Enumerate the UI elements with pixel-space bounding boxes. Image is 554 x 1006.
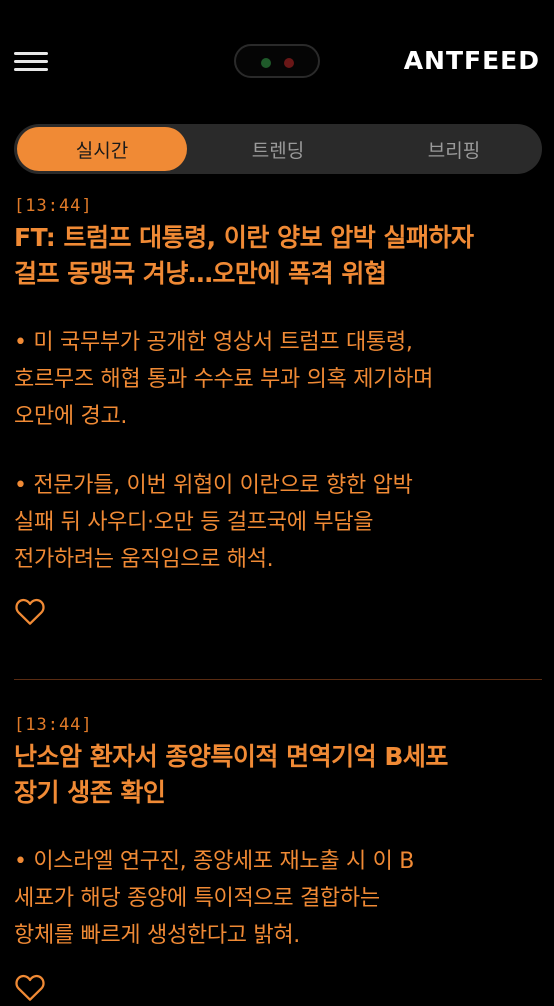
app-logo: ANTFEED: [403, 46, 540, 75]
tab-briefing[interactable]: 브리핑: [369, 127, 539, 171]
bullet-line: 오만에 경고.: [14, 404, 128, 429]
headline-line: 장기 생존 확인: [14, 778, 166, 807]
bullet-line: 세포가 해당 종양에 특이적으로 결합하는: [14, 886, 380, 911]
news-article[interactable]: [13:44] 난소암 환자서 종양특이적 면역기억 B세포 장기 생존 확인 …: [14, 715, 540, 1006]
heart-outline-icon[interactable]: [14, 596, 46, 630]
bullet-line: 호르무즈 해협 통과 수수료 부과 의혹 제기하며: [14, 367, 434, 392]
bullet-line: 항체를 빠르게 생성한다고 밝혀.: [14, 923, 300, 948]
article-bullet: • 이스라엘 연구진, 종양세포 재노출 시 이 B 세포가 해당 종양에 특이…: [14, 843, 540, 954]
feed-tabs: 실시간 트렌딩 브리핑: [14, 124, 542, 174]
bullet-line: 실패 뒤 사우디·오만 등 걸프국에 부담을: [14, 510, 374, 535]
red-dot-icon: [284, 58, 294, 68]
headline-line: 걸프 동맹국 겨냥…오만에 폭격 위협: [14, 259, 387, 288]
hamburger-menu-icon[interactable]: [14, 52, 48, 74]
article-time: [13:44]: [14, 715, 93, 735]
headline-line: 난소암 환자서 종양특이적 면역기억 B세포: [14, 742, 448, 771]
status-indicator: [234, 44, 320, 78]
tab-trending[interactable]: 트렌딩: [193, 127, 363, 171]
headline-line: FT: 트럼프 대통령, 이란 양보 압박 실패하자: [14, 223, 474, 252]
news-article[interactable]: [13:44] FT: 트럼프 대통령, 이란 양보 압박 실패하자 걸프 동맹…: [14, 196, 540, 630]
bullet-line: 전가하려는 움직임으로 해석.: [14, 547, 274, 572]
bullet-line: • 미 국무부가 공개한 영상서 트럼프 대통령,: [14, 330, 413, 355]
article-headline[interactable]: FT: 트럼프 대통령, 이란 양보 압박 실패하자 걸프 동맹국 겨냥…오만에…: [14, 220, 540, 292]
article-divider: [14, 679, 542, 680]
article-bullet: • 전문가들, 이번 위협이 이란으로 향한 압박 실패 뒤 사우디·오만 등 …: [14, 467, 540, 578]
tab-realtime[interactable]: 실시간: [17, 127, 187, 171]
heart-outline-icon[interactable]: [14, 972, 46, 1006]
green-dot-icon: [261, 58, 271, 68]
bullet-line: • 전문가들, 이번 위협이 이란으로 향한 압박: [14, 473, 413, 498]
article-time: [13:44]: [14, 196, 93, 216]
article-headline[interactable]: 난소암 환자서 종양특이적 면역기억 B세포 장기 생존 확인: [14, 739, 540, 811]
bullet-line: • 이스라엘 연구진, 종양세포 재노출 시 이 B: [14, 849, 415, 874]
article-bullet: • 미 국무부가 공개한 영상서 트럼프 대통령, 호르무즈 해협 통과 수수료…: [14, 324, 540, 435]
